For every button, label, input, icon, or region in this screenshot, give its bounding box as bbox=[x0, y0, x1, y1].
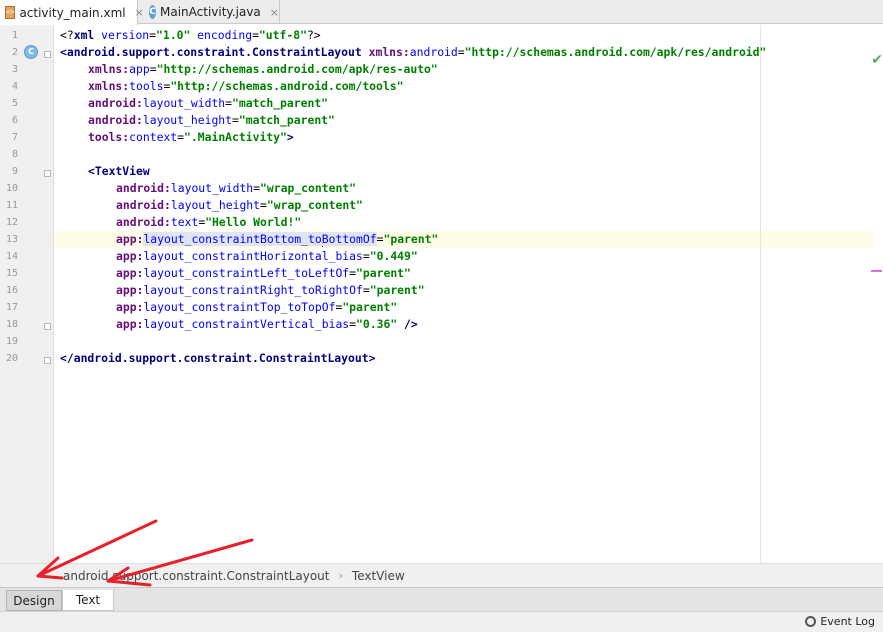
code-line-6: android:layout_height="match_parent" bbox=[88, 113, 335, 127]
java-class-icon: C bbox=[149, 5, 156, 19]
line-number: 9 bbox=[11, 166, 18, 177]
line-number: 14 bbox=[5, 251, 18, 262]
fold-marker-icon[interactable] bbox=[44, 323, 51, 330]
breadcrumb-item-textview[interactable]: TextView bbox=[352, 569, 405, 583]
check-icon: ✔ bbox=[871, 52, 883, 68]
tab-activity-main-xml[interactable]: <> activity_main.xml × bbox=[0, 0, 144, 25]
code-line-13: app:layout_constraintBottom_toBottomOf="… bbox=[116, 232, 439, 247]
code-line-2: <android.support.constraint.ConstraintLa… bbox=[60, 45, 767, 59]
code-line-7: tools:context=".MainActivity"> bbox=[88, 130, 294, 144]
code-line-15: app:layout_constraintLeft_toLeftOf="pare… bbox=[116, 266, 411, 280]
fold-marker-icon[interactable] bbox=[44, 51, 51, 58]
code-line-9: <TextView bbox=[88, 164, 150, 178]
code-line-17: app:layout_constraintTop_toTopOf="parent… bbox=[116, 300, 398, 314]
line-number: 19 bbox=[5, 336, 18, 347]
line-number: 12 bbox=[5, 217, 18, 228]
tab-label: MainActivity.java bbox=[160, 5, 261, 19]
tab-mainactivity-java[interactable]: C MainActivity.java × bbox=[139, 0, 280, 24]
line-number: 16 bbox=[5, 285, 18, 296]
line-number: 6 bbox=[11, 115, 18, 126]
fold-marker-icon[interactable] bbox=[44, 357, 51, 364]
breadcrumb: android.support.constraint.ConstraintLay… bbox=[0, 563, 883, 587]
code-editor[interactable]: <?xml version="1.0" encoding="utf-8"?> <… bbox=[55, 25, 883, 563]
code-line-1: <?xml version="1.0" encoding="utf-8"?> bbox=[60, 28, 321, 42]
xml-file-icon: <> bbox=[5, 6, 16, 19]
code-line-20: </android.support.constraint.ConstraintL… bbox=[60, 351, 376, 365]
tab-label: activity_main.xml bbox=[19, 5, 126, 20]
line-number: 1 bbox=[11, 30, 18, 41]
event-log-icon bbox=[805, 616, 817, 627]
line-number: 7 bbox=[11, 132, 18, 143]
right-margin-guide bbox=[760, 25, 761, 563]
line-number: 5 bbox=[11, 98, 18, 109]
status-bar: Event Log bbox=[0, 611, 883, 632]
line-number: 10 bbox=[5, 183, 18, 194]
code-line-16: app:layout_constraintRight_toRightOf="pa… bbox=[116, 283, 425, 297]
code-line-11: android:layout_height="wrap_content" bbox=[116, 198, 363, 212]
editor-tab-bar: <> activity_main.xml × C MainActivity.ja… bbox=[0, 0, 883, 25]
tab-design[interactable]: Design bbox=[6, 590, 62, 611]
code-line-14: app:layout_constraintHorizontal_bias="0.… bbox=[116, 249, 418, 263]
editor-mode-tabs: Design Text bbox=[0, 587, 883, 611]
fold-marker-icon[interactable] bbox=[44, 170, 51, 177]
line-number: 2 bbox=[11, 47, 18, 58]
line-number: 18 bbox=[5, 319, 18, 330]
line-number: 20 bbox=[5, 353, 18, 364]
line-number: 3 bbox=[11, 64, 18, 75]
code-line-18: app:layout_constraintVertical_bias="0.36… bbox=[116, 317, 418, 331]
tab-text[interactable]: Text bbox=[62, 590, 114, 611]
event-log-button[interactable]: Event Log bbox=[805, 615, 875, 628]
breadcrumb-separator: › bbox=[338, 569, 343, 582]
error-stripe-marker[interactable] bbox=[871, 270, 882, 272]
code-line-12: android:text="Hello World!" bbox=[116, 215, 302, 229]
line-number: 4 bbox=[11, 81, 18, 92]
event-log-label: Event Log bbox=[820, 615, 875, 628]
line-number: 15 bbox=[5, 268, 18, 279]
line-number-gutter: 1 2 3 4 5 6 7 8 9 10 11 12 13 14 15 16 1… bbox=[0, 25, 54, 563]
code-line-4: xmlns:tools="http://schemas.android.com/… bbox=[88, 79, 404, 93]
line-number: 11 bbox=[5, 200, 18, 211]
close-icon[interactable]: × bbox=[270, 6, 279, 19]
line-number: 17 bbox=[5, 302, 18, 313]
code-line-5: android:layout_width="match_parent" bbox=[88, 96, 329, 110]
line-number: 13 bbox=[5, 234, 18, 245]
line-number: 8 bbox=[11, 149, 18, 160]
code-line-10: android:layout_width="wrap_content" bbox=[116, 181, 357, 195]
code-line-3: xmlns:app="http://schemas.android.com/ap… bbox=[88, 62, 438, 76]
breadcrumb-item-constraintlayout[interactable]: android.support.constraint.ConstraintLay… bbox=[63, 569, 330, 583]
class-marker-icon[interactable]: C bbox=[24, 45, 38, 59]
